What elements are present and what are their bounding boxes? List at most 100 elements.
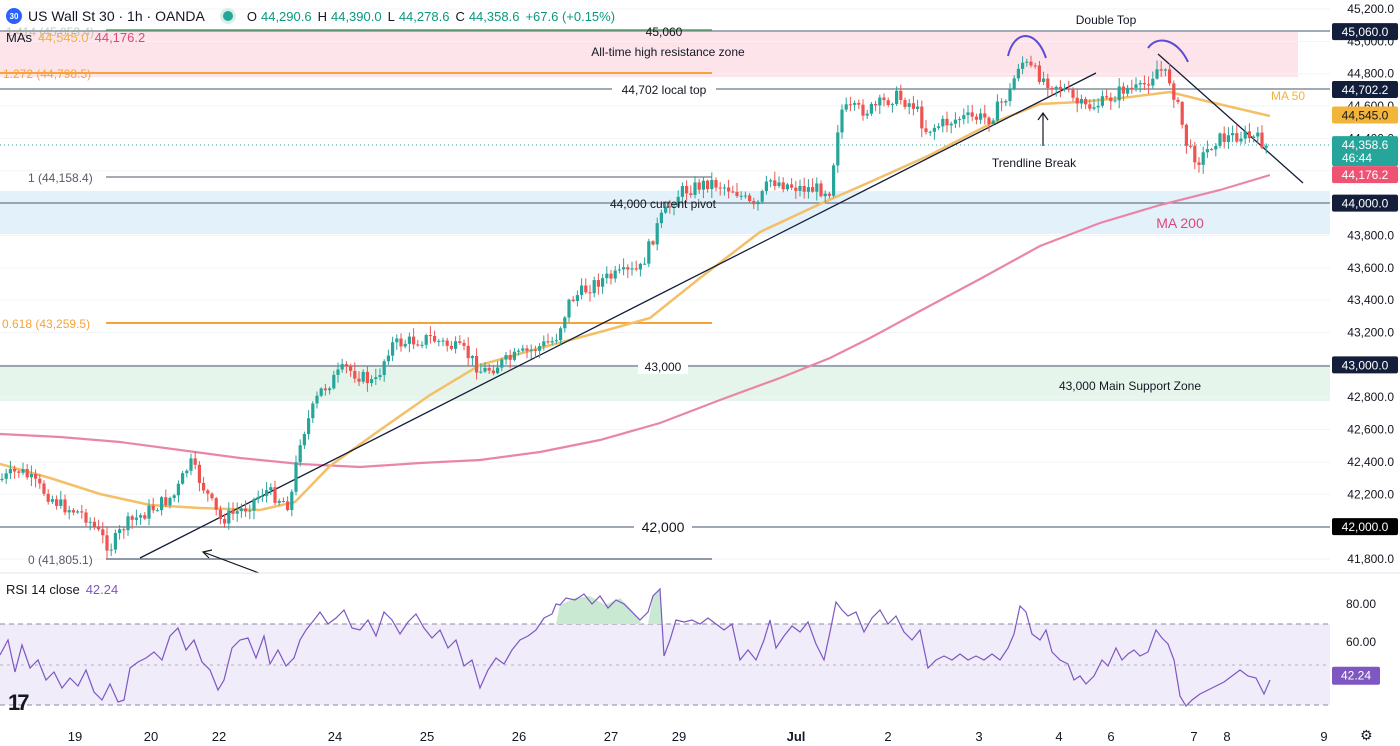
candle-body [554, 340, 558, 342]
candle-body [920, 106, 924, 129]
price-tag-countdown: 46:44 [1342, 151, 1372, 165]
tradingview-logo-icon[interactable]: 17 [8, 690, 30, 716]
candle-body [567, 299, 571, 318]
candle-body [903, 100, 907, 107]
candle-body [1252, 136, 1256, 139]
candle-body [601, 278, 605, 287]
candle-body [118, 529, 122, 534]
gear-icon[interactable]: ⚙ [1360, 727, 1373, 744]
candle-body [214, 498, 218, 510]
level-45060-label: 45,060 [646, 25, 683, 39]
candle-body [1046, 78, 1050, 88]
y-tick-label: 42,400.0 [1347, 455, 1394, 469]
candle-body [202, 482, 206, 491]
symbol-badge-icon[interactable]: 30 [6, 8, 22, 24]
time-axis[interactable]: 19 20 22 24 25 26 27 29 Jul 2 3 4 6 7 8 9 [68, 729, 1328, 744]
chart[interactable]: All-time high resistance zone 45,060 Dou… [0, 0, 1400, 746]
candle-body [1113, 100, 1117, 102]
candle-body [265, 490, 269, 496]
candle-body [953, 119, 957, 124]
uptrend-line [139, 72, 1097, 559]
candle-body [298, 445, 302, 463]
chart-title[interactable]: US Wall St 30 · 1h · OANDA [28, 8, 205, 24]
mas-label: MAs [6, 30, 32, 45]
candle-body [529, 349, 533, 351]
candle-body [538, 346, 542, 351]
x-tick-label: 26 [512, 729, 526, 744]
candle-body [895, 90, 899, 105]
candle-body [861, 104, 865, 116]
candle-body [878, 97, 882, 106]
candle-body [508, 355, 512, 360]
candle-body [899, 90, 903, 101]
candle-body [941, 118, 945, 127]
rsi-tick-label: 60.00 [1346, 635, 1376, 649]
candle-body [1180, 101, 1184, 125]
candle-body [336, 369, 340, 375]
y-tick-label: 42,800.0 [1347, 390, 1394, 404]
candle-body [286, 501, 290, 510]
candle-body [932, 127, 936, 132]
x-tick-label: 19 [68, 729, 82, 744]
candle-body [458, 341, 462, 343]
x-tick-label: 4 [1055, 729, 1062, 744]
candle-body [1189, 145, 1193, 147]
market-status-icon [222, 11, 233, 21]
candle-body [50, 499, 54, 502]
candle-body [307, 418, 311, 435]
candle-body [181, 473, 185, 484]
candle-body [1037, 65, 1041, 82]
rsi-price-tag-label: 42.24 [1341, 669, 1371, 683]
candle-body [1130, 87, 1134, 89]
candle-body [395, 338, 399, 343]
candle-body [983, 113, 987, 118]
candle-body [979, 113, 983, 120]
candle-body [130, 516, 134, 520]
candle-body [353, 370, 357, 379]
candle-body [38, 478, 42, 484]
candle-body [1151, 78, 1155, 86]
candle-body [71, 510, 75, 513]
ma50-line [0, 90, 1271, 512]
price-tag-label: 44,702.2 [1342, 83, 1389, 97]
candle-body [1054, 86, 1058, 89]
candle-body [806, 187, 810, 192]
chart-header: 30 US Wall St 30 · 1h · OANDA O 44,290.6 … [6, 6, 617, 26]
candle-body [206, 490, 210, 494]
candle-body [25, 468, 29, 478]
candle-body [197, 464, 201, 483]
candle-body [424, 335, 428, 345]
candle-body [1205, 149, 1209, 153]
candle-body [487, 367, 491, 371]
candle-body [827, 193, 831, 196]
candle-body [428, 335, 432, 337]
candle-body [403, 343, 407, 347]
fib-1272-label: 1.272 (44,798.5) [3, 67, 91, 81]
rsi-legend[interactable]: RSI 14 close 42.24 [6, 582, 118, 597]
candle-body [706, 180, 710, 190]
candle-body [420, 344, 424, 346]
candle-body [701, 180, 705, 190]
candle-body [1201, 152, 1205, 165]
candle-body [1260, 132, 1264, 148]
mas-legend[interactable]: MAs 44,545.0 44,176.2 [6, 30, 145, 45]
candle-body [59, 499, 63, 506]
candle-body [504, 355, 508, 360]
ath-zone-label: All-time high resistance zone [591, 45, 745, 59]
candle-body [97, 526, 101, 530]
candle-body [1100, 96, 1104, 106]
pivot-label: 44,000 current pivot [610, 197, 717, 211]
fib-0-label: 0 (41,805.1) [28, 553, 93, 567]
candle-body [8, 468, 12, 474]
candle-body [290, 491, 294, 510]
candle-body [105, 535, 109, 551]
mas-ma200-value: 44,176.2 [94, 30, 146, 45]
candle-body [365, 371, 369, 384]
candle-body [323, 388, 327, 391]
candle-body [769, 180, 773, 182]
ohlc-open-key: O [246, 8, 257, 24]
x-tick-label: 3 [975, 729, 982, 744]
level-42000-label: 42,000 [642, 519, 685, 535]
candle-body [865, 113, 869, 116]
candle-body [781, 182, 785, 190]
